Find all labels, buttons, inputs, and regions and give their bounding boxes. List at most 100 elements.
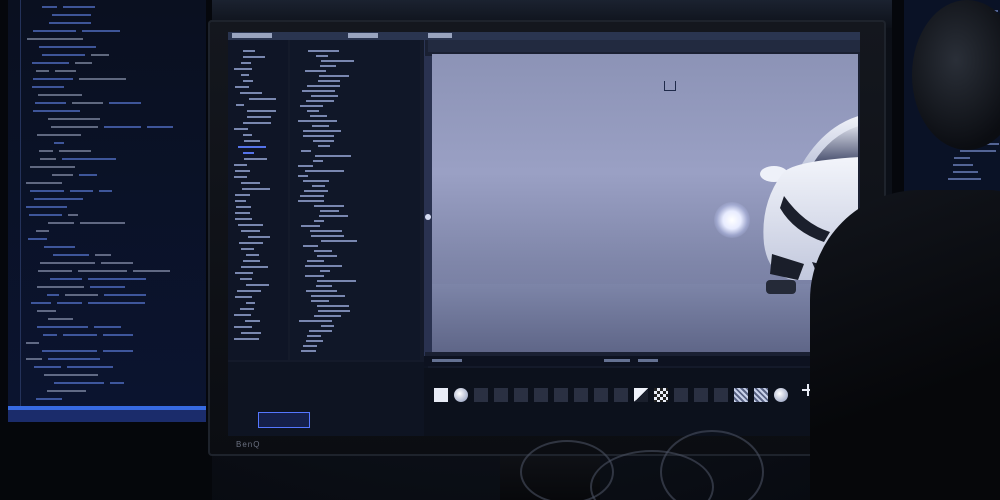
outline-item[interactable] — [298, 120, 337, 122]
outline-item[interactable] — [311, 235, 344, 237]
outline-item[interactable] — [319, 75, 349, 77]
outline-item[interactable] — [314, 220, 324, 222]
tree-item[interactable] — [244, 158, 267, 160]
material-swatch-icon[interactable] — [494, 388, 508, 402]
outline-item[interactable] — [298, 200, 324, 202]
slider-knob[interactable] — [425, 214, 431, 220]
tree-item[interactable] — [246, 302, 255, 304]
tree-item[interactable] — [244, 140, 260, 142]
outline-item[interactable] — [321, 60, 354, 62]
material-swatch-icon[interactable] — [434, 388, 448, 402]
outline-item[interactable] — [314, 315, 341, 317]
outline-item[interactable] — [307, 85, 340, 87]
outline-item[interactable] — [318, 310, 350, 312]
tree-item[interactable] — [241, 182, 260, 184]
tree-item[interactable] — [243, 80, 253, 82]
outline-item[interactable] — [315, 155, 351, 157]
viewport-left-slider[interactable] — [424, 56, 432, 352]
outline-item[interactable] — [310, 115, 327, 117]
outline-item[interactable] — [304, 190, 328, 192]
tree-item[interactable] — [235, 212, 250, 214]
tree-item[interactable] — [243, 152, 254, 154]
tree-item[interactable] — [235, 272, 253, 274]
outline-item[interactable] — [319, 215, 348, 217]
outline-item[interactable] — [302, 90, 335, 92]
outline-item[interactable] — [301, 225, 320, 227]
tree-item[interactable] — [236, 206, 251, 208]
outline-panel[interactable] — [290, 40, 420, 360]
tree-item[interactable] — [241, 62, 251, 64]
tree-item[interactable] — [235, 218, 252, 220]
outline-item[interactable] — [299, 320, 332, 322]
tree-item[interactable] — [240, 92, 262, 94]
outline-item[interactable] — [311, 95, 338, 97]
tree-item[interactable] — [243, 122, 271, 124]
outline-item[interactable] — [313, 160, 323, 162]
tree-item[interactable] — [234, 176, 247, 178]
outline-item[interactable] — [306, 100, 334, 102]
tree-item[interactable] — [241, 266, 268, 268]
tree-item[interactable] — [235, 296, 252, 298]
outline-item[interactable] — [305, 70, 326, 72]
material-swatch-icon[interactable] — [514, 388, 528, 402]
tree-item[interactable] — [243, 56, 265, 58]
outline-item[interactable] — [301, 350, 316, 352]
property-input-field[interactable] — [258, 412, 310, 428]
material-swatch-icon[interactable] — [634, 388, 648, 402]
material-swatch-icon[interactable] — [554, 388, 568, 402]
material-swatch-icon[interactable] — [654, 388, 668, 402]
tree-item[interactable] — [234, 164, 247, 166]
outline-item[interactable] — [303, 130, 341, 132]
outline-item[interactable] — [311, 300, 329, 302]
outline-item[interactable] — [303, 245, 318, 247]
outline-item[interactable] — [320, 210, 339, 212]
outline-item[interactable] — [309, 330, 332, 332]
material-swatch-icon[interactable] — [734, 388, 748, 402]
outline-item[interactable] — [316, 55, 328, 57]
outline-item[interactable] — [305, 265, 342, 267]
outline-item[interactable] — [303, 135, 334, 137]
outline-item[interactable] — [313, 140, 334, 142]
material-swatch-icon[interactable] — [614, 388, 628, 402]
outline-item[interactable] — [310, 230, 342, 232]
material-swatch-icon[interactable] — [574, 388, 588, 402]
outline-item[interactable] — [300, 195, 324, 197]
tree-item[interactable] — [236, 104, 244, 106]
tree-item[interactable] — [249, 98, 276, 100]
outline-item[interactable] — [300, 105, 323, 107]
tree-item[interactable] — [243, 134, 252, 136]
outline-item[interactable] — [312, 125, 329, 127]
tree-item[interactable] — [241, 74, 249, 76]
tree-item[interactable] — [243, 260, 260, 262]
outline-item[interactable] — [320, 270, 330, 272]
outline-item[interactable] — [303, 345, 317, 347]
outline-item[interactable] — [321, 240, 357, 242]
outline-item[interactable] — [312, 185, 325, 187]
tree-item[interactable] — [235, 194, 250, 196]
outline-item[interactable] — [318, 145, 330, 147]
material-swatch-icon[interactable] — [454, 388, 468, 402]
tree-item[interactable] — [234, 314, 251, 316]
tree-item[interactable] — [242, 188, 270, 190]
tree-item[interactable] — [240, 308, 254, 310]
outline-item[interactable] — [317, 255, 337, 257]
tree-item[interactable] — [234, 338, 259, 340]
outline-item[interactable] — [308, 50, 339, 52]
outline-item[interactable] — [316, 285, 332, 287]
outline-item[interactable] — [306, 340, 323, 342]
tree-item[interactable] — [243, 50, 255, 52]
tree-item[interactable] — [234, 326, 252, 328]
outline-item[interactable] — [314, 205, 344, 207]
material-swatch-icon[interactable] — [714, 388, 728, 402]
outline-item[interactable] — [307, 260, 324, 262]
outline-item[interactable] — [305, 275, 324, 277]
tree-item[interactable] — [234, 128, 248, 130]
tree-item[interactable] — [239, 242, 263, 244]
viewport-toolbar[interactable] — [428, 40, 860, 52]
material-swatch-icon[interactable] — [594, 388, 608, 402]
tree-item[interactable] — [240, 278, 252, 280]
outline-item[interactable] — [307, 110, 319, 112]
tree-item[interactable] — [234, 68, 252, 70]
material-swatch-icon[interactable] — [534, 388, 548, 402]
tree-item[interactable] — [238, 146, 266, 148]
